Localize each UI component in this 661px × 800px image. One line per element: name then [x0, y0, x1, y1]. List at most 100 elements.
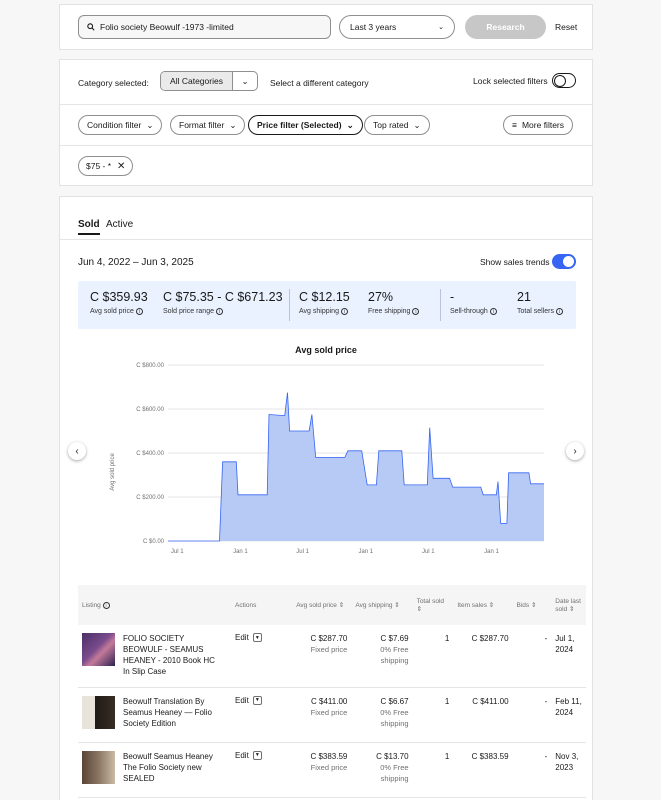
price-filter-label: Price filter (Selected) — [257, 120, 342, 130]
chevron-down-icon[interactable]: ▼ — [252, 695, 262, 705]
y-tick-label: C $400.00 — [136, 451, 164, 457]
col-date[interactable]: Date last sold ⇕ — [551, 585, 586, 625]
different-category-link[interactable]: Select a different category — [270, 78, 369, 88]
category-value: All Categories — [161, 72, 233, 90]
price-chip-label: $75 - * — [86, 161, 112, 171]
free-shipping-text: 0% Free shipping — [380, 645, 409, 665]
search-query: Folio society Beowulf -1973 -limited — [100, 22, 234, 32]
col-avg-shipping-label: Avg shipping — [355, 602, 393, 609]
top-rated-filter[interactable]: Top rated ⌄ — [364, 115, 430, 135]
sort-icon: ⇕ — [394, 602, 400, 609]
tab-sold[interactable]: Sold — [78, 219, 100, 235]
table-row[interactable]: FOLIO SOCIETY BEOWULF - SEAMUS HEANEY - … — [78, 625, 586, 688]
edit-button[interactable]: Edit — [235, 751, 249, 760]
sort-icon: ⇕ — [416, 605, 423, 613]
col-avg-sold[interactable]: Avg sold price ⇕ — [292, 585, 352, 625]
x-tick-label: Jul 1 — [171, 549, 184, 555]
tab-active[interactable]: Active — [106, 219, 133, 230]
format-text: Fixed price — [310, 762, 348, 772]
info-icon[interactable]: i — [555, 308, 563, 315]
chevron-down-icon: ⌄ — [229, 119, 237, 130]
col-avg-shipping[interactable]: Avg shipping ⇕ — [351, 585, 413, 625]
category-row: Category selected: All Categories ⌄ Sele… — [60, 60, 592, 105]
stat-value: C $12.15 — [299, 290, 350, 304]
search-icon — [87, 23, 95, 31]
format-filter-label: Format filter — [179, 120, 225, 130]
listing-table: Listing i Actions Avg sold price ⇕ Avg s… — [78, 585, 586, 798]
stat-avg-sold: C $359.93 Avg sold price i — [90, 290, 148, 315]
table-row[interactable]: Beowulf Seamus Heaney The Folio Society … — [78, 742, 586, 798]
info-icon[interactable]: i — [412, 308, 420, 315]
shipping-value: C $7.69 — [380, 634, 409, 643]
price-filter[interactable]: Price filter (Selected) ⌄ — [248, 115, 363, 135]
search-card: Folio society Beowulf -1973 -limited Las… — [59, 4, 593, 50]
info-icon[interactable]: i — [135, 308, 143, 315]
stat-divider — [289, 289, 290, 321]
avg-sold-value: C $411.00 — [311, 696, 348, 706]
col-listing[interactable]: Listing i — [78, 585, 231, 625]
stat-value: C $359.93 — [90, 290, 148, 304]
stat-free-shipping: 27% Free shipping i — [368, 290, 420, 315]
stat-value: 21 — [517, 290, 531, 304]
format-filter[interactable]: Format filter ⌄ — [170, 115, 246, 135]
listing-thumbnail[interactable] — [82, 695, 115, 729]
research-button[interactable]: Research — [465, 15, 546, 39]
date-value: Jul 1, 2024 — [555, 634, 575, 654]
category-label: Category selected: — [78, 78, 149, 88]
search-input[interactable]: Folio society Beowulf -1973 -limited — [78, 15, 331, 39]
listing-thumbnail[interactable] — [82, 750, 115, 784]
stat-label: Free shipping — [368, 308, 411, 315]
filter-card: Category selected: All Categories ⌄ Sele… — [59, 59, 593, 186]
col-bids[interactable]: Bids ⇕ — [512, 585, 552, 625]
stat-value: 27% — [368, 290, 394, 304]
item-sales-value: C $411.00 — [472, 696, 509, 706]
total-sold-value: 1 — [444, 751, 450, 761]
info-icon[interactable]: i — [102, 601, 110, 609]
listing-thumbnail[interactable] — [82, 633, 115, 666]
close-icon[interactable]: ✕ — [117, 161, 125, 172]
total-sold-value: 1 — [444, 634, 450, 643]
period-select[interactable]: Last 3 years ⌄ — [339, 15, 455, 39]
chevron-down-icon: ⌄ — [438, 24, 444, 31]
info-icon[interactable]: i — [489, 308, 497, 315]
top-rated-label: Top rated — [373, 120, 409, 130]
col-item-sales-label: Item sales — [457, 602, 487, 609]
lock-filters-toggle[interactable] — [552, 73, 576, 88]
price-chip[interactable]: $75 - * ✕ — [78, 156, 134, 176]
category-select[interactable]: All Categories ⌄ — [160, 71, 258, 91]
listing-title[interactable]: Beowulf Seamus Heaney The Folio Society … — [123, 751, 218, 784]
col-item-sales[interactable]: Item sales ⇕ — [453, 585, 513, 625]
edit-button[interactable]: Edit — [235, 696, 249, 705]
chevron-down-icon[interactable]: ▼ — [252, 633, 262, 642]
sort-icon: ⇕ — [530, 602, 537, 609]
x-tick-label: Jan 1 — [233, 549, 248, 555]
stat-value: C $75.35 - C $671.23 — [163, 290, 283, 304]
edit-button[interactable]: Edit — [235, 633, 249, 642]
more-filters-button[interactable]: ≡ More filters — [503, 115, 574, 135]
stat-value: - — [450, 290, 455, 304]
col-actions: Actions — [231, 585, 293, 625]
listing-title[interactable]: Beowulf Translation By Seamus Heaney — F… — [123, 696, 218, 729]
filters-row: Condition filter ⌄ Format filter ⌄ Price f… — [60, 105, 592, 146]
chevron-down-icon: ⌄ — [241, 75, 249, 86]
sales-trends-toggle[interactable] — [552, 254, 576, 269]
col-avg-sold-label: Avg sold price — [296, 602, 337, 609]
sort-icon: ⇕ — [569, 605, 575, 613]
listing-title[interactable]: FOLIO SOCIETY BEOWULF - SEAMUS HEANEY - … — [123, 633, 218, 677]
chevron-down-icon[interactable]: ▼ — [252, 750, 262, 760]
bids-value: - — [544, 696, 548, 706]
y-tick-label: C $0.00 — [143, 539, 165, 545]
shipping-value: C $13.70 — [376, 751, 409, 761]
reset-button[interactable]: Reset — [555, 15, 577, 39]
col-total-sold[interactable]: Total sold ⇕ — [412, 585, 454, 625]
col-listing-label: Listing — [82, 601, 101, 609]
col-total-sold-label: Total sold — [416, 597, 445, 605]
period-value: Last 3 years — [350, 22, 397, 32]
more-filters-label: More filters — [521, 120, 565, 130]
condition-filter[interactable]: Condition filter ⌄ — [78, 115, 163, 135]
table-row[interactable]: Beowulf Translation By Seamus Heaney — F… — [78, 687, 586, 743]
info-icon[interactable]: i — [340, 308, 348, 315]
info-icon[interactable]: i — [215, 308, 223, 315]
free-shipping-text: 0% Free shipping — [380, 762, 409, 783]
series-area — [168, 392, 544, 541]
